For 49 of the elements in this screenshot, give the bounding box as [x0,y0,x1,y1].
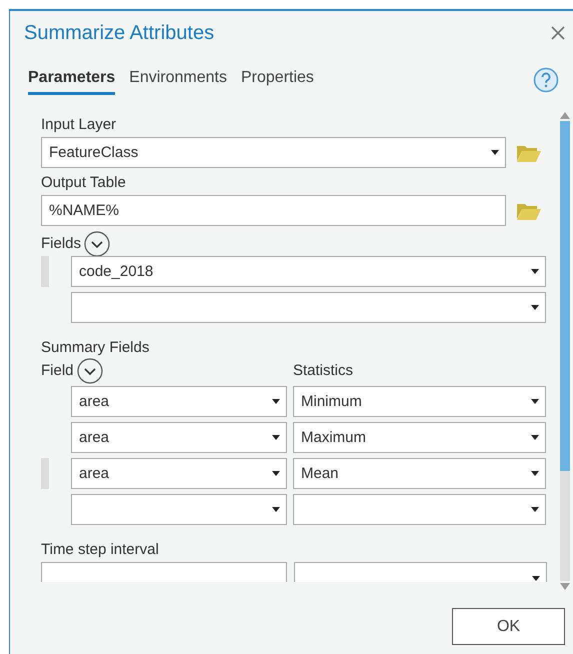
caret-icon [272,507,280,512]
field-label: Time step interval [41,540,159,560]
field-dropdown[interactable] [71,494,287,525]
field-dropdown[interactable]: area [71,386,287,417]
column-label: Field [41,360,74,380]
caret-icon [272,399,280,404]
caret-icon [531,435,539,440]
field-label: Input Layer [41,115,116,135]
caret-icon [531,305,539,310]
interval-field[interactable] [41,562,287,582]
folder-icon[interactable] [516,201,542,221]
row-handle[interactable] [41,458,49,489]
caret-icon [272,435,280,440]
caret-icon [531,507,539,512]
section-label: Summary Fields [41,338,150,358]
caret-icon [531,471,539,476]
scroll-up-icon[interactable] [560,112,570,119]
field-dropdown[interactable]: area [71,458,287,489]
chevron-down-icon[interactable] [76,358,103,384]
chevron-down-icon[interactable] [84,230,110,256]
field-label: Fields [41,234,82,254]
ok-button[interactable]: OK [452,608,565,645]
output-table-field[interactable]: %NAME% [41,195,506,226]
statistic-dropdown[interactable]: Minimum [293,386,546,417]
tab[interactable]: Properties [241,65,314,95]
unit-dropdown[interactable] [294,562,547,582]
field-label: Output Table [41,173,126,193]
column-label: Statistics [293,360,354,380]
help-icon[interactable] [533,67,559,93]
input-layer-dropdown[interactable]: FeatureClass [41,137,506,168]
scrollbar[interactable] [559,112,571,590]
caret-icon [532,576,540,581]
field-dropdown[interactable]: code_2018 [71,256,546,287]
scroll-down-icon[interactable] [560,583,570,590]
caret-icon [531,399,539,404]
field-dropdown[interactable]: area [71,422,287,453]
row-handle[interactable] [41,256,49,287]
caret-icon [491,150,499,155]
folder-icon[interactable] [516,143,542,163]
statistic-dropdown[interactable]: Mean [293,458,546,489]
statistic-dropdown[interactable]: Maximum [293,422,546,453]
window-title: Summarize Attributes [24,22,214,44]
statistic-dropdown[interactable] [293,494,546,525]
caret-icon [531,269,539,274]
tab[interactable]: Parameters [28,65,116,95]
caret-icon [272,471,280,476]
close-icon[interactable] [551,26,565,40]
tab[interactable]: Environments [129,65,227,95]
field-dropdown[interactable] [71,292,546,323]
